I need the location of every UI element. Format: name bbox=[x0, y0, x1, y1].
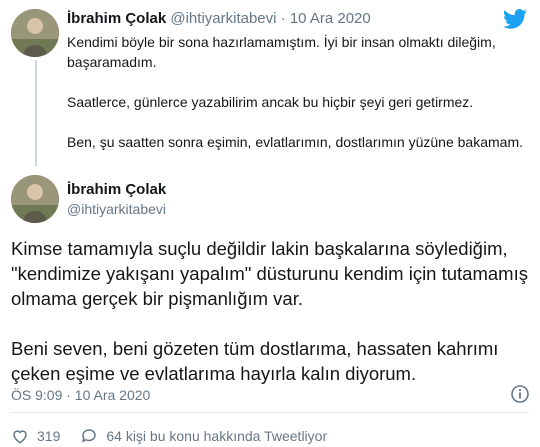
avatar[interactable] bbox=[11, 9, 59, 57]
divider bbox=[11, 412, 529, 413]
tweet1-header: İbrahim Çolak @ihtiyarkitabevi · 10 Ara … bbox=[67, 9, 371, 28]
tweet2-paragraph: Beni seven, beni gözeten tüm dostlarıma,… bbox=[11, 338, 499, 384]
thread-connector-line bbox=[35, 60, 37, 166]
like-count[interactable]: 319 bbox=[37, 426, 60, 446]
avatar-photo bbox=[11, 175, 59, 223]
tweet2-paragraph: Kimse tamamıyla suçlu değildir lakin baş… bbox=[11, 238, 528, 309]
tweet2-text: Kimse tamamıyla suçlu değildir lakin baş… bbox=[11, 236, 531, 411]
tweet1-paragraph: Kendimi böyle bir sona hazırlamamıştım. … bbox=[67, 34, 496, 70]
tweet-timestamp[interactable]: ÖS 9:09 · 10 Ara 2020 bbox=[11, 386, 150, 404]
info-icon[interactable] bbox=[510, 384, 530, 404]
discussion-link[interactable]: 64 kişi bu konu hakkında Tweetliyor bbox=[106, 426, 327, 446]
twitter-bird-icon[interactable] bbox=[503, 9, 527, 29]
avatar[interactable] bbox=[11, 175, 59, 223]
author-handle[interactable]: @ihtiyarkitabevi bbox=[170, 10, 276, 27]
avatar-photo bbox=[11, 9, 59, 57]
author-name[interactable]: İbrahim Çolak bbox=[67, 10, 166, 27]
speech-bubble-icon[interactable] bbox=[80, 427, 98, 445]
author-name[interactable]: İbrahim Çolak bbox=[67, 180, 166, 199]
tweet1-paragraph: Saatlerce, günlerce yazabilirim ancak bu… bbox=[67, 94, 474, 110]
heart-icon[interactable] bbox=[11, 427, 29, 445]
separator-dot: · bbox=[280, 10, 286, 27]
tweet-actions: 319 64 kişi bu konu hakkında Tweetliyor bbox=[11, 426, 327, 446]
tweet-date[interactable]: 10 Ara 2020 bbox=[290, 10, 371, 27]
tweet1-paragraph: Ben, şu saatten sonra eşimin, evlatlarım… bbox=[67, 134, 523, 150]
author-handle[interactable]: @ihtiyarkitabevi bbox=[67, 200, 166, 219]
tweet1-text: Kendimi böyle bir sona hazırlamamıştım. … bbox=[67, 32, 527, 172]
